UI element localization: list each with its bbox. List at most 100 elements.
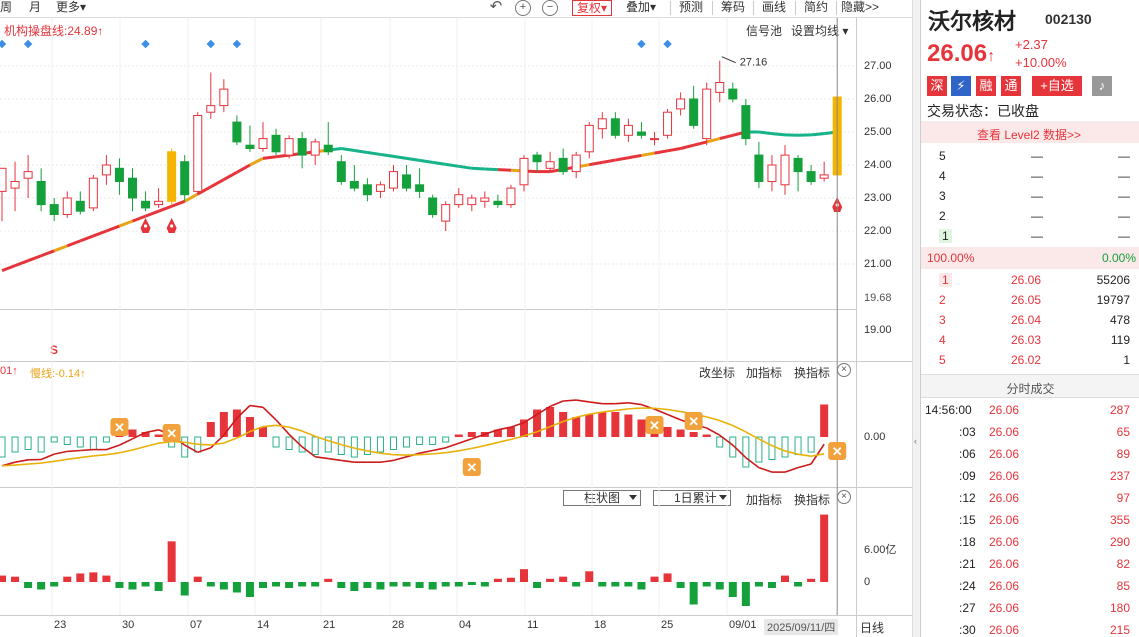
panel-splitter[interactable]: ‹ bbox=[912, 0, 920, 637]
shenzhen-badge[interactable]: 深 bbox=[927, 76, 947, 96]
tick-row: :03 26.06 65 bbox=[921, 421, 1139, 443]
level-number: 3 bbox=[939, 189, 946, 203]
tick-volume: 82 bbox=[1116, 557, 1130, 571]
level-volume: — bbox=[1118, 209, 1130, 223]
level2-banner[interactable]: 查看 Level2 数据>> bbox=[921, 121, 1139, 143]
macd-fast-line bbox=[119, 438, 133, 446]
macd-slow-line bbox=[67, 456, 81, 461]
price-tick: 26.00 bbox=[864, 93, 892, 105]
tick-time: :09 bbox=[959, 469, 976, 483]
margin-badge[interactable]: 融 bbox=[976, 76, 996, 96]
macd-slow-line bbox=[497, 438, 512, 444]
volume-bar bbox=[219, 582, 228, 590]
volume-bar bbox=[63, 576, 72, 582]
institution-line bbox=[341, 147, 355, 152]
kline-chart-area[interactable]: 周 月 更多▾ ↶ + − 复权▾ 叠加▾ 预测 筹码 画线 简约 隐藏>> 机… bbox=[0, 0, 912, 637]
candle-body bbox=[767, 164, 777, 182]
rocket-window bbox=[143, 224, 148, 228]
volume-bar bbox=[350, 582, 359, 591]
institution-line bbox=[406, 156, 420, 162]
volume-bar bbox=[611, 582, 620, 587]
level-price: 26.02 bbox=[1011, 353, 1042, 367]
candle-body bbox=[819, 174, 829, 179]
period-label[interactable]: 日线 bbox=[860, 619, 884, 636]
candle-body bbox=[23, 171, 33, 179]
institution-line bbox=[588, 160, 603, 167]
cross-signal-glyph: ✕ bbox=[466, 460, 477, 475]
candle-body bbox=[545, 161, 555, 169]
institution-line bbox=[105, 224, 120, 233]
candle-body bbox=[49, 204, 59, 216]
volume-bar bbox=[232, 582, 241, 593]
volume-bar bbox=[102, 575, 111, 582]
tick-volume: 355 bbox=[1109, 513, 1130, 527]
lightning-icon[interactable]: ⚡ bbox=[951, 76, 971, 96]
price-tick: 19.00 bbox=[864, 324, 892, 336]
macd-bar bbox=[663, 427, 672, 437]
volume-bar bbox=[180, 582, 189, 596]
macd-fast-line bbox=[262, 406, 277, 421]
signal-diamond bbox=[23, 39, 33, 49]
candle-body bbox=[428, 197, 438, 215]
macd-fast-line bbox=[315, 456, 329, 460]
macd-fast-line bbox=[628, 402, 642, 406]
institution-line bbox=[367, 150, 381, 156]
level-number: 4 bbox=[939, 169, 946, 183]
institution-line bbox=[680, 143, 695, 150]
tick-time: :06 bbox=[959, 447, 976, 461]
price-tick: 27.00 bbox=[864, 60, 892, 72]
institution-line bbox=[131, 214, 147, 223]
level-number: 3 bbox=[939, 313, 946, 327]
price-tick-current: 19.68 bbox=[864, 292, 892, 304]
volume-bar bbox=[689, 582, 698, 605]
candle-body bbox=[154, 200, 164, 206]
volume-bar bbox=[428, 582, 437, 590]
macd-slow-line bbox=[432, 451, 446, 455]
tick-row: :06 26.06 89 bbox=[921, 443, 1139, 465]
candle-body bbox=[676, 98, 686, 110]
macd-slow-line bbox=[106, 451, 120, 456]
institution-line bbox=[158, 204, 173, 213]
volume-bar bbox=[493, 578, 502, 582]
add-watchlist-button[interactable]: +自选 bbox=[1032, 76, 1082, 96]
candle-body bbox=[728, 88, 738, 100]
candle-body bbox=[454, 194, 464, 206]
tick-time: :12 bbox=[959, 491, 976, 505]
alarm-bell-icon[interactable]: ♪ bbox=[1092, 76, 1112, 96]
institution-line bbox=[641, 151, 655, 157]
volume-bar bbox=[467, 582, 476, 585]
macd-bar bbox=[272, 436, 280, 448]
volume-bar bbox=[245, 582, 254, 597]
volume-bar bbox=[676, 582, 685, 588]
ratio-bar: 100.00% 0.00% bbox=[921, 247, 1139, 269]
level2-link[interactable]: 查看 Level2 数据>> bbox=[977, 126, 1081, 143]
cross-signal-glyph: ✕ bbox=[688, 414, 699, 429]
macd-fast-line bbox=[432, 447, 446, 452]
tick-row: 14:56:00 26.06 287 bbox=[921, 399, 1139, 421]
institution-line bbox=[210, 178, 225, 189]
macd-slow-line bbox=[380, 452, 394, 456]
institution-line bbox=[445, 162, 459, 168]
macd-bar bbox=[76, 436, 84, 448]
tick-volume: 180 bbox=[1109, 601, 1130, 615]
macd-slow-line bbox=[210, 442, 224, 446]
institution-line bbox=[667, 147, 681, 153]
candle-body bbox=[793, 157, 803, 173]
tick-volume: 97 bbox=[1116, 491, 1130, 505]
institution-line bbox=[354, 148, 368, 154]
macd-slow-line bbox=[667, 408, 681, 413]
tick-price: 26.06 bbox=[989, 425, 1020, 439]
macd-bar bbox=[89, 436, 97, 450]
volume-bar bbox=[24, 582, 33, 588]
tick-row: :12 26.06 97 bbox=[921, 487, 1139, 509]
macd-bar bbox=[742, 436, 750, 468]
macd-slow-line bbox=[80, 455, 94, 459]
institution-line bbox=[223, 170, 238, 181]
candle-body bbox=[584, 124, 594, 153]
cross-signal-glyph: ✕ bbox=[649, 418, 660, 433]
candle-body bbox=[441, 204, 451, 222]
price-tick: 24.00 bbox=[864, 159, 892, 171]
candle-body bbox=[636, 131, 646, 136]
connect-badge[interactable]: 通 bbox=[1001, 76, 1021, 96]
level-price: — bbox=[1031, 229, 1043, 243]
